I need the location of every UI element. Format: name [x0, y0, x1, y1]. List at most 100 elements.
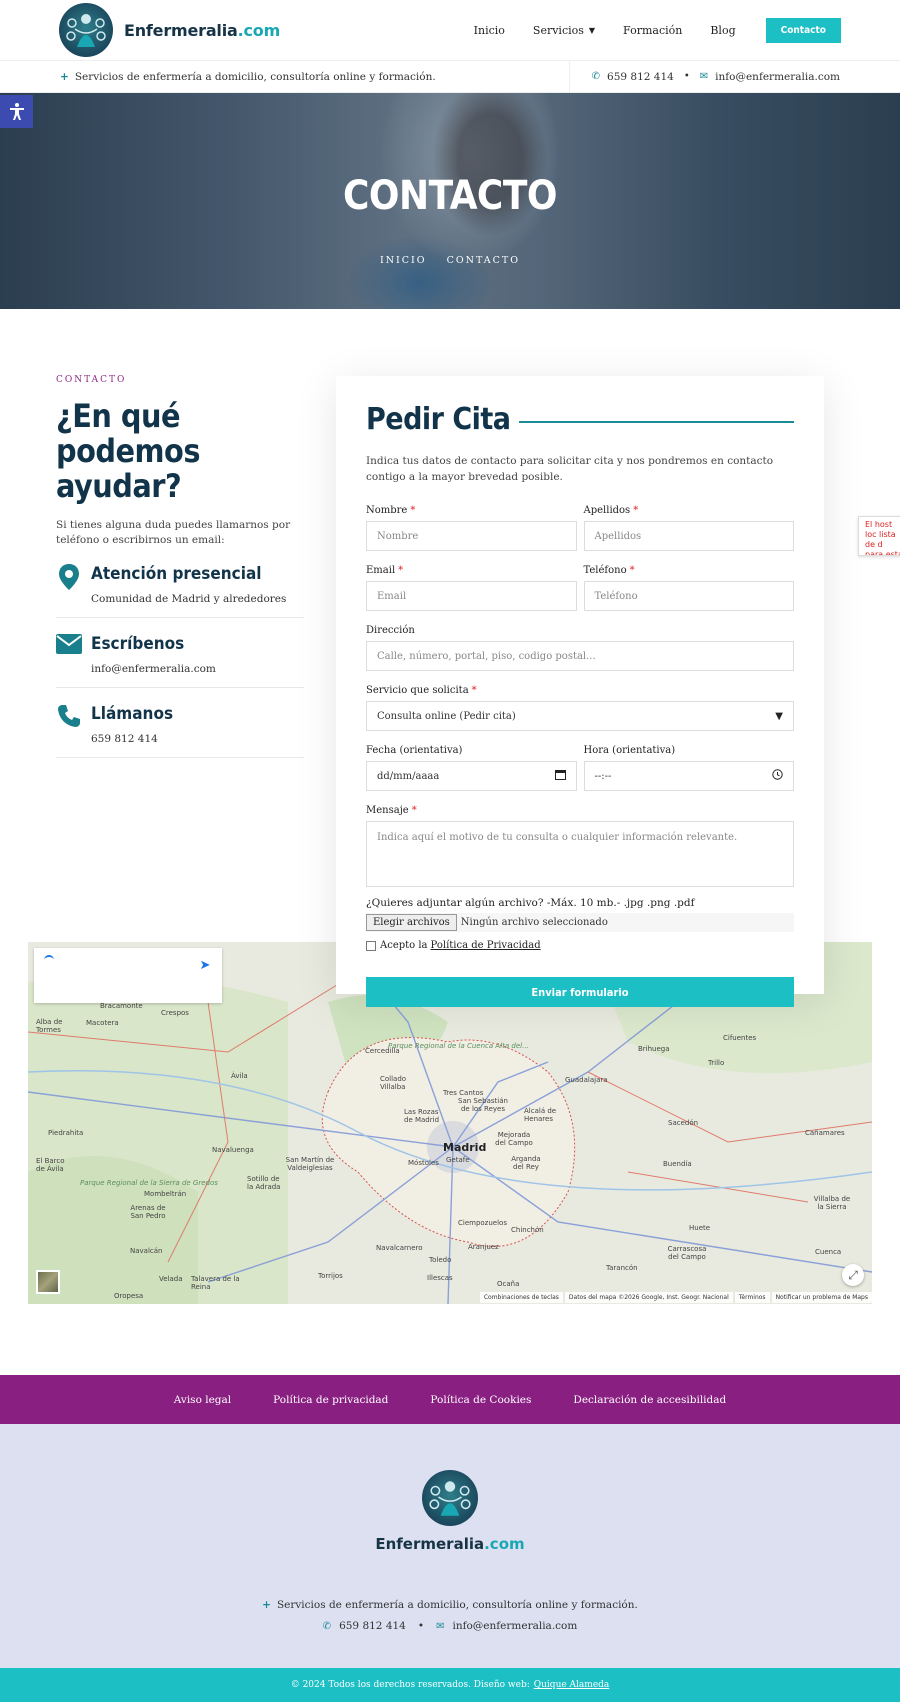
info-topbar: + Servicios de enfermería a domicilio, c…: [0, 60, 900, 93]
hora-label: Hora (orientativa): [583, 745, 676, 756]
footer-logo-icon[interactable]: [422, 1470, 478, 1526]
choose-files-button[interactable]: Elegir archivos: [366, 914, 457, 931]
mensaje-textarea[interactable]: Indica aquí el motivo de tu consulta o c…: [366, 821, 794, 887]
info-item-text[interactable]: 659 812 414: [91, 733, 173, 745]
map-label-city: Aranjuez: [468, 1243, 499, 1251]
privacy-policy-link[interactable]: Política de Privacidad: [431, 940, 541, 951]
designer-link[interactable]: Quique Alameda: [534, 1680, 610, 1690]
map-label-city: Torrijos: [318, 1272, 343, 1280]
telefono-field[interactable]: Teléfono: [583, 581, 794, 611]
accessibility-statement-link[interactable]: Declaración de accesibilidad: [573, 1394, 726, 1406]
footer-email[interactable]: info@enfermeralia.com: [452, 1620, 577, 1632]
apellidos-field[interactable]: Apellidos: [583, 521, 794, 551]
appointment-form: Pedir Cita Indica tus datos de contacto …: [336, 376, 824, 1007]
map-label-city: Navalcarnero: [376, 1244, 423, 1252]
directions-icon[interactable]: ➤: [196, 956, 214, 974]
legal-links-bar: Aviso legal Política de privacidad Polít…: [0, 1375, 900, 1424]
site-footer: Enfermeralia.com + Servicios de enfermer…: [0, 1424, 900, 1668]
map-label-city: El Barco de Ávila: [36, 1157, 65, 1173]
topbar-phone[interactable]: 659 812 414: [607, 71, 674, 83]
map-shortcuts-link[interactable]: Combinaciones de teclas: [479, 1291, 563, 1303]
nav-item-formacion[interactable]: Formación: [623, 24, 682, 37]
email-label-text: Email: [366, 565, 396, 576]
footer-tagline: + Servicios de enfermería a domicilio, c…: [0, 1599, 900, 1611]
map-label-city: Illescas: [427, 1274, 453, 1282]
info-item-text[interactable]: info@enfermeralia.com: [91, 663, 216, 675]
telefono-label: Teléfono *: [584, 565, 795, 576]
copyright-bar: © 2024 Todos los derechos reservados. Di…: [0, 1668, 900, 1702]
map-label-city: Navaluenga: [212, 1146, 254, 1154]
loading-spinner-icon: [44, 955, 54, 965]
contact-info: CONTACTO ¿En qué podemos ayudar? Si tien…: [56, 375, 304, 758]
map-report-link[interactable]: Notificar un problema de Maps: [771, 1291, 872, 1303]
phone-icon: ✆: [322, 1620, 332, 1632]
map-label-city: Carrascosa del Campo: [667, 1245, 707, 1261]
nav-item-label: Servicios: [532, 23, 584, 37]
map-label-city: Cifuentes: [723, 1034, 757, 1042]
hero-banner: CONTACTO INICIO CONTACTO: [0, 93, 900, 309]
privacy-checkbox[interactable]: [366, 940, 376, 951]
map-label-city: San Sebastián de los Reyes: [458, 1097, 508, 1113]
section-intro: Si tienes alguna duda puedes llamarnos p…: [56, 519, 291, 546]
servicio-label-text: Servicio que solicita: [366, 685, 469, 696]
required-marker: *: [410, 505, 416, 516]
footer-phone[interactable]: 659 812 414: [339, 1620, 406, 1632]
breadcrumb-current: CONTACTO: [446, 255, 521, 266]
nav-item-inicio[interactable]: Inicio: [474, 24, 505, 37]
fecha-field[interactable]: dd/mm/aaaa: [366, 761, 577, 791]
contact-button[interactable]: Contacto: [765, 17, 841, 43]
breadcrumb-home[interactable]: INICIO: [380, 255, 427, 266]
map-terms-link[interactable]: Términos: [734, 1291, 770, 1303]
map-label-city: Guadalajara: [565, 1076, 608, 1084]
accessibility-toggle[interactable]: [0, 95, 33, 128]
map-label-city: Toledo: [429, 1256, 452, 1264]
map-label-city: Buendía: [663, 1160, 692, 1168]
cookies-policy-link[interactable]: Política de Cookies: [430, 1394, 531, 1406]
privacy-policy-footer-link[interactable]: Política de privacidad: [273, 1394, 388, 1406]
recaptcha-badge: El host loc lista de d para esta: [858, 516, 900, 556]
required-marker: *: [471, 685, 477, 696]
calendar-icon[interactable]: [554, 769, 566, 783]
brand-name: Enfermeralia: [124, 20, 238, 40]
submit-button[interactable]: Enviar formulario: [366, 977, 794, 1007]
map-label-park: Parque Regional de la Sierra de Gredos: [80, 1179, 218, 1187]
apellidos-label-text: Apellidos: [583, 505, 631, 516]
map-data-credit: Datos del mapa ©2026 Google, Inst. Geogr…: [564, 1291, 733, 1303]
map-label-city: Ocaña: [497, 1280, 520, 1288]
map-label-city: Sotillo de la Adrada: [247, 1175, 281, 1191]
mensaje-label-text: Mensaje: [366, 805, 409, 816]
mensaje-label: Mensaje *: [366, 805, 794, 816]
plus-icon: +: [262, 1599, 271, 1611]
map-label-city: Ciempozuelos: [458, 1219, 507, 1227]
servicio-select[interactable]: Consulta online (Pedir cita) ▼: [366, 701, 794, 731]
site-logo[interactable]: Enfermeralia.com: [59, 3, 280, 57]
file-upload: Elegir archivos Ningún archivo seleccion…: [366, 913, 794, 932]
aviso-legal-link[interactable]: Aviso legal: [174, 1394, 231, 1406]
fullscreen-icon[interactable]: ⤢: [842, 1264, 864, 1286]
brand-tld: .com: [237, 20, 281, 40]
phone-icon: [56, 704, 82, 745]
footer-tagline-text: Servicios de enfermería a domicilio, con…: [276, 1599, 638, 1611]
topbar-email[interactable]: info@enfermeralia.com: [715, 71, 840, 83]
map-label-city: Talavera de la Reina: [191, 1275, 240, 1291]
direccion-field[interactable]: Calle, número, portal, piso, codigo post…: [366, 641, 794, 671]
email-field[interactable]: Email: [366, 581, 577, 611]
clock-icon[interactable]: [772, 769, 783, 783]
dropdown-caret-icon: ▼: [775, 710, 783, 722]
map-label-city: Crespos: [161, 1009, 189, 1017]
form-title: Pedir Cita: [366, 402, 511, 437]
nav-item-blog[interactable]: Blog: [710, 24, 735, 37]
envelope-icon: ✉: [699, 71, 709, 82]
nav-item-servicios[interactable]: Servicios ▼: [533, 24, 595, 37]
map-label-city: Alcalá de Henares: [524, 1107, 557, 1123]
map-label-city: Tres Cantos: [443, 1089, 484, 1097]
site-header: Enfermeralia.com Inicio Servicios ▼ Forma…: [0, 0, 900, 60]
map-label-city: Velada: [159, 1275, 183, 1283]
map-place-card: ➤: [34, 948, 222, 1003]
nombre-field[interactable]: Nombre: [366, 521, 577, 551]
hora-field[interactable]: --:--: [583, 761, 794, 791]
map-label-city: Sacedón: [668, 1119, 699, 1127]
map-label-city: Huete: [689, 1224, 711, 1232]
contact-section: CONTACTO ¿En qué podemos ayudar? Si tien…: [0, 309, 900, 1304]
topbar-contact: ✆ 659 812 414 • ✉ info@enfermeralia.com: [568, 61, 840, 92]
